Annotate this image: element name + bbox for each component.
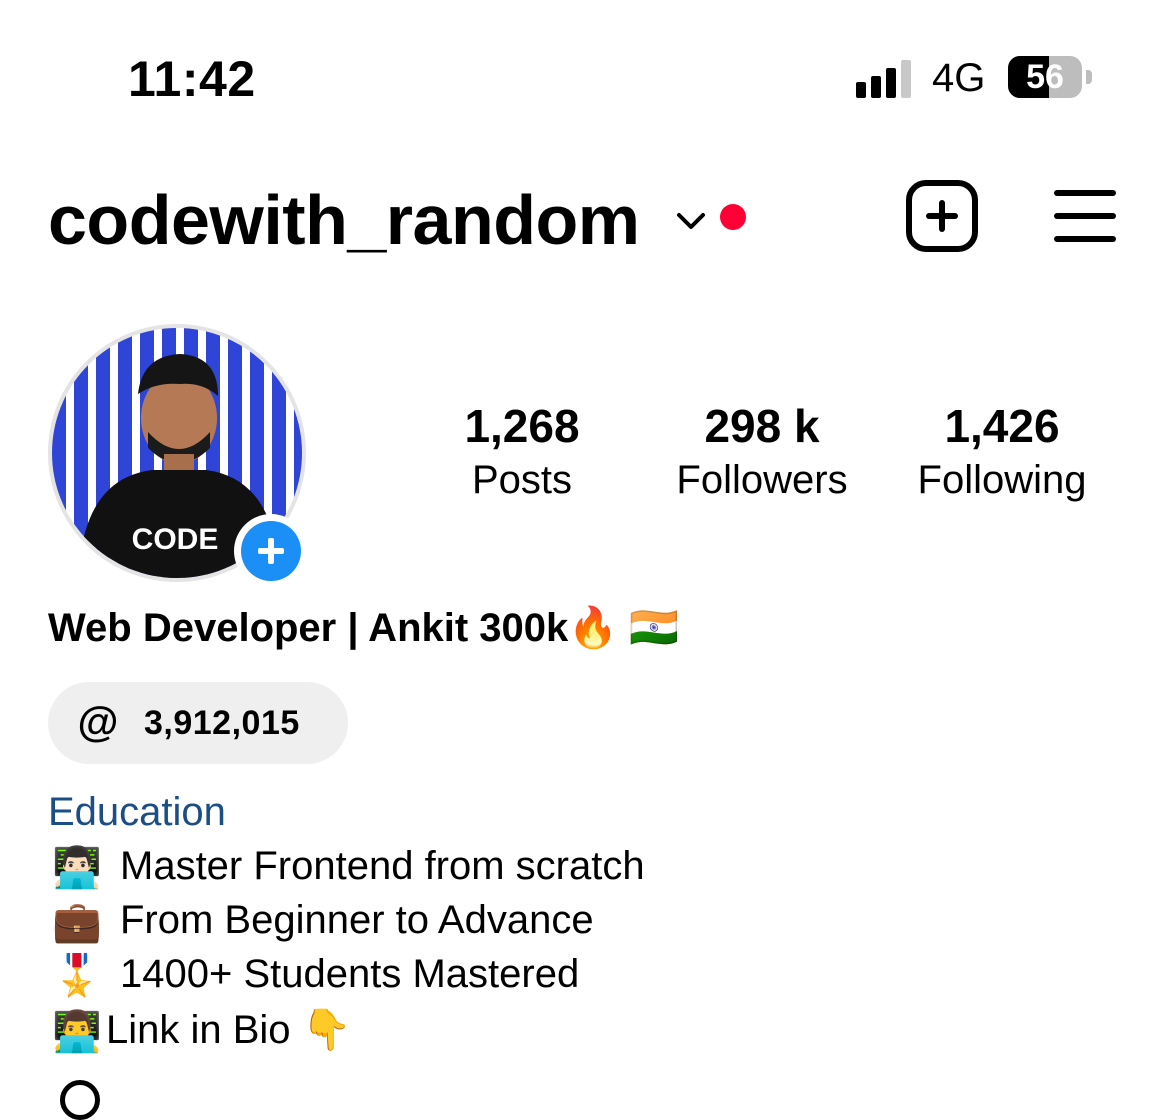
following-label: Following xyxy=(917,458,1087,502)
bio-text: Link in Bio 👇 xyxy=(106,1008,352,1052)
bio-line: 👨🏻‍💻 Master Frontend from scratch xyxy=(48,844,645,891)
profile-category: Education xyxy=(48,790,226,834)
new-post-button[interactable] xyxy=(906,180,978,252)
chevron-down-icon[interactable] xyxy=(674,204,708,238)
threads-count: 3,912,015 xyxy=(144,704,300,742)
bio-line: 👨‍💻 Link in Bio 👇 xyxy=(48,1006,351,1055)
menu-line xyxy=(1054,190,1116,196)
menu-line xyxy=(1054,236,1116,242)
add-story-button[interactable] xyxy=(234,514,308,588)
posts-stat[interactable]: 1,268 Posts xyxy=(443,398,601,506)
bio-line: 🎖️ 1400+ Students Mastered xyxy=(48,952,579,999)
link-icon[interactable] xyxy=(60,1080,100,1120)
battery-tip xyxy=(1086,70,1092,84)
medal-emoji: 🎖️ xyxy=(52,954,102,998)
laptop-person-emoji: 👨🏻‍💻 xyxy=(52,846,102,890)
following-stat[interactable]: 1,426 Following xyxy=(904,398,1100,506)
threads-icon: @ xyxy=(77,698,119,745)
bio-text: From Beginner to Advance xyxy=(120,898,594,942)
display-name: Web Developer | Ankit 300k🔥 🇮🇳 xyxy=(48,606,679,650)
status-time: 11:42 xyxy=(128,51,256,107)
menu-line xyxy=(1054,213,1116,219)
briefcase-emoji: 💼 xyxy=(52,900,102,944)
shirt-print: CODE xyxy=(132,523,219,556)
bio-text: Master Frontend from scratch xyxy=(120,844,645,888)
battery-icon: 56 xyxy=(1008,56,1094,100)
bio-text: 1400+ Students Mastered xyxy=(120,952,580,996)
battery-body: 56 xyxy=(1008,56,1082,98)
threads-badge[interactable]: @ 3,912,015 xyxy=(48,682,348,764)
status-bar: 11:42 4G 56 xyxy=(0,0,1170,150)
bio-line: 💼 From Beginner to Advance xyxy=(48,898,594,945)
notification-dot xyxy=(720,204,746,230)
followers-stat[interactable]: 298 k Followers xyxy=(664,398,860,506)
posts-count: 1,268 xyxy=(464,400,580,452)
cellular-signal-icon xyxy=(856,58,914,98)
followers-label: Followers xyxy=(676,458,848,502)
profile-header: codewith_random xyxy=(0,160,1170,280)
menu-button[interactable] xyxy=(1054,188,1118,244)
battery-percentage: 56 xyxy=(1026,58,1064,96)
plus-icon[interactable] xyxy=(241,521,301,581)
network-type: 4G xyxy=(932,56,986,100)
username-switcher[interactable]: codewith_random xyxy=(48,180,640,260)
followers-count: 298 k xyxy=(704,400,820,452)
following-count: 1,426 xyxy=(944,400,1060,452)
technologist-emoji: 👨‍💻 xyxy=(52,1010,102,1054)
posts-label: Posts xyxy=(471,458,573,502)
